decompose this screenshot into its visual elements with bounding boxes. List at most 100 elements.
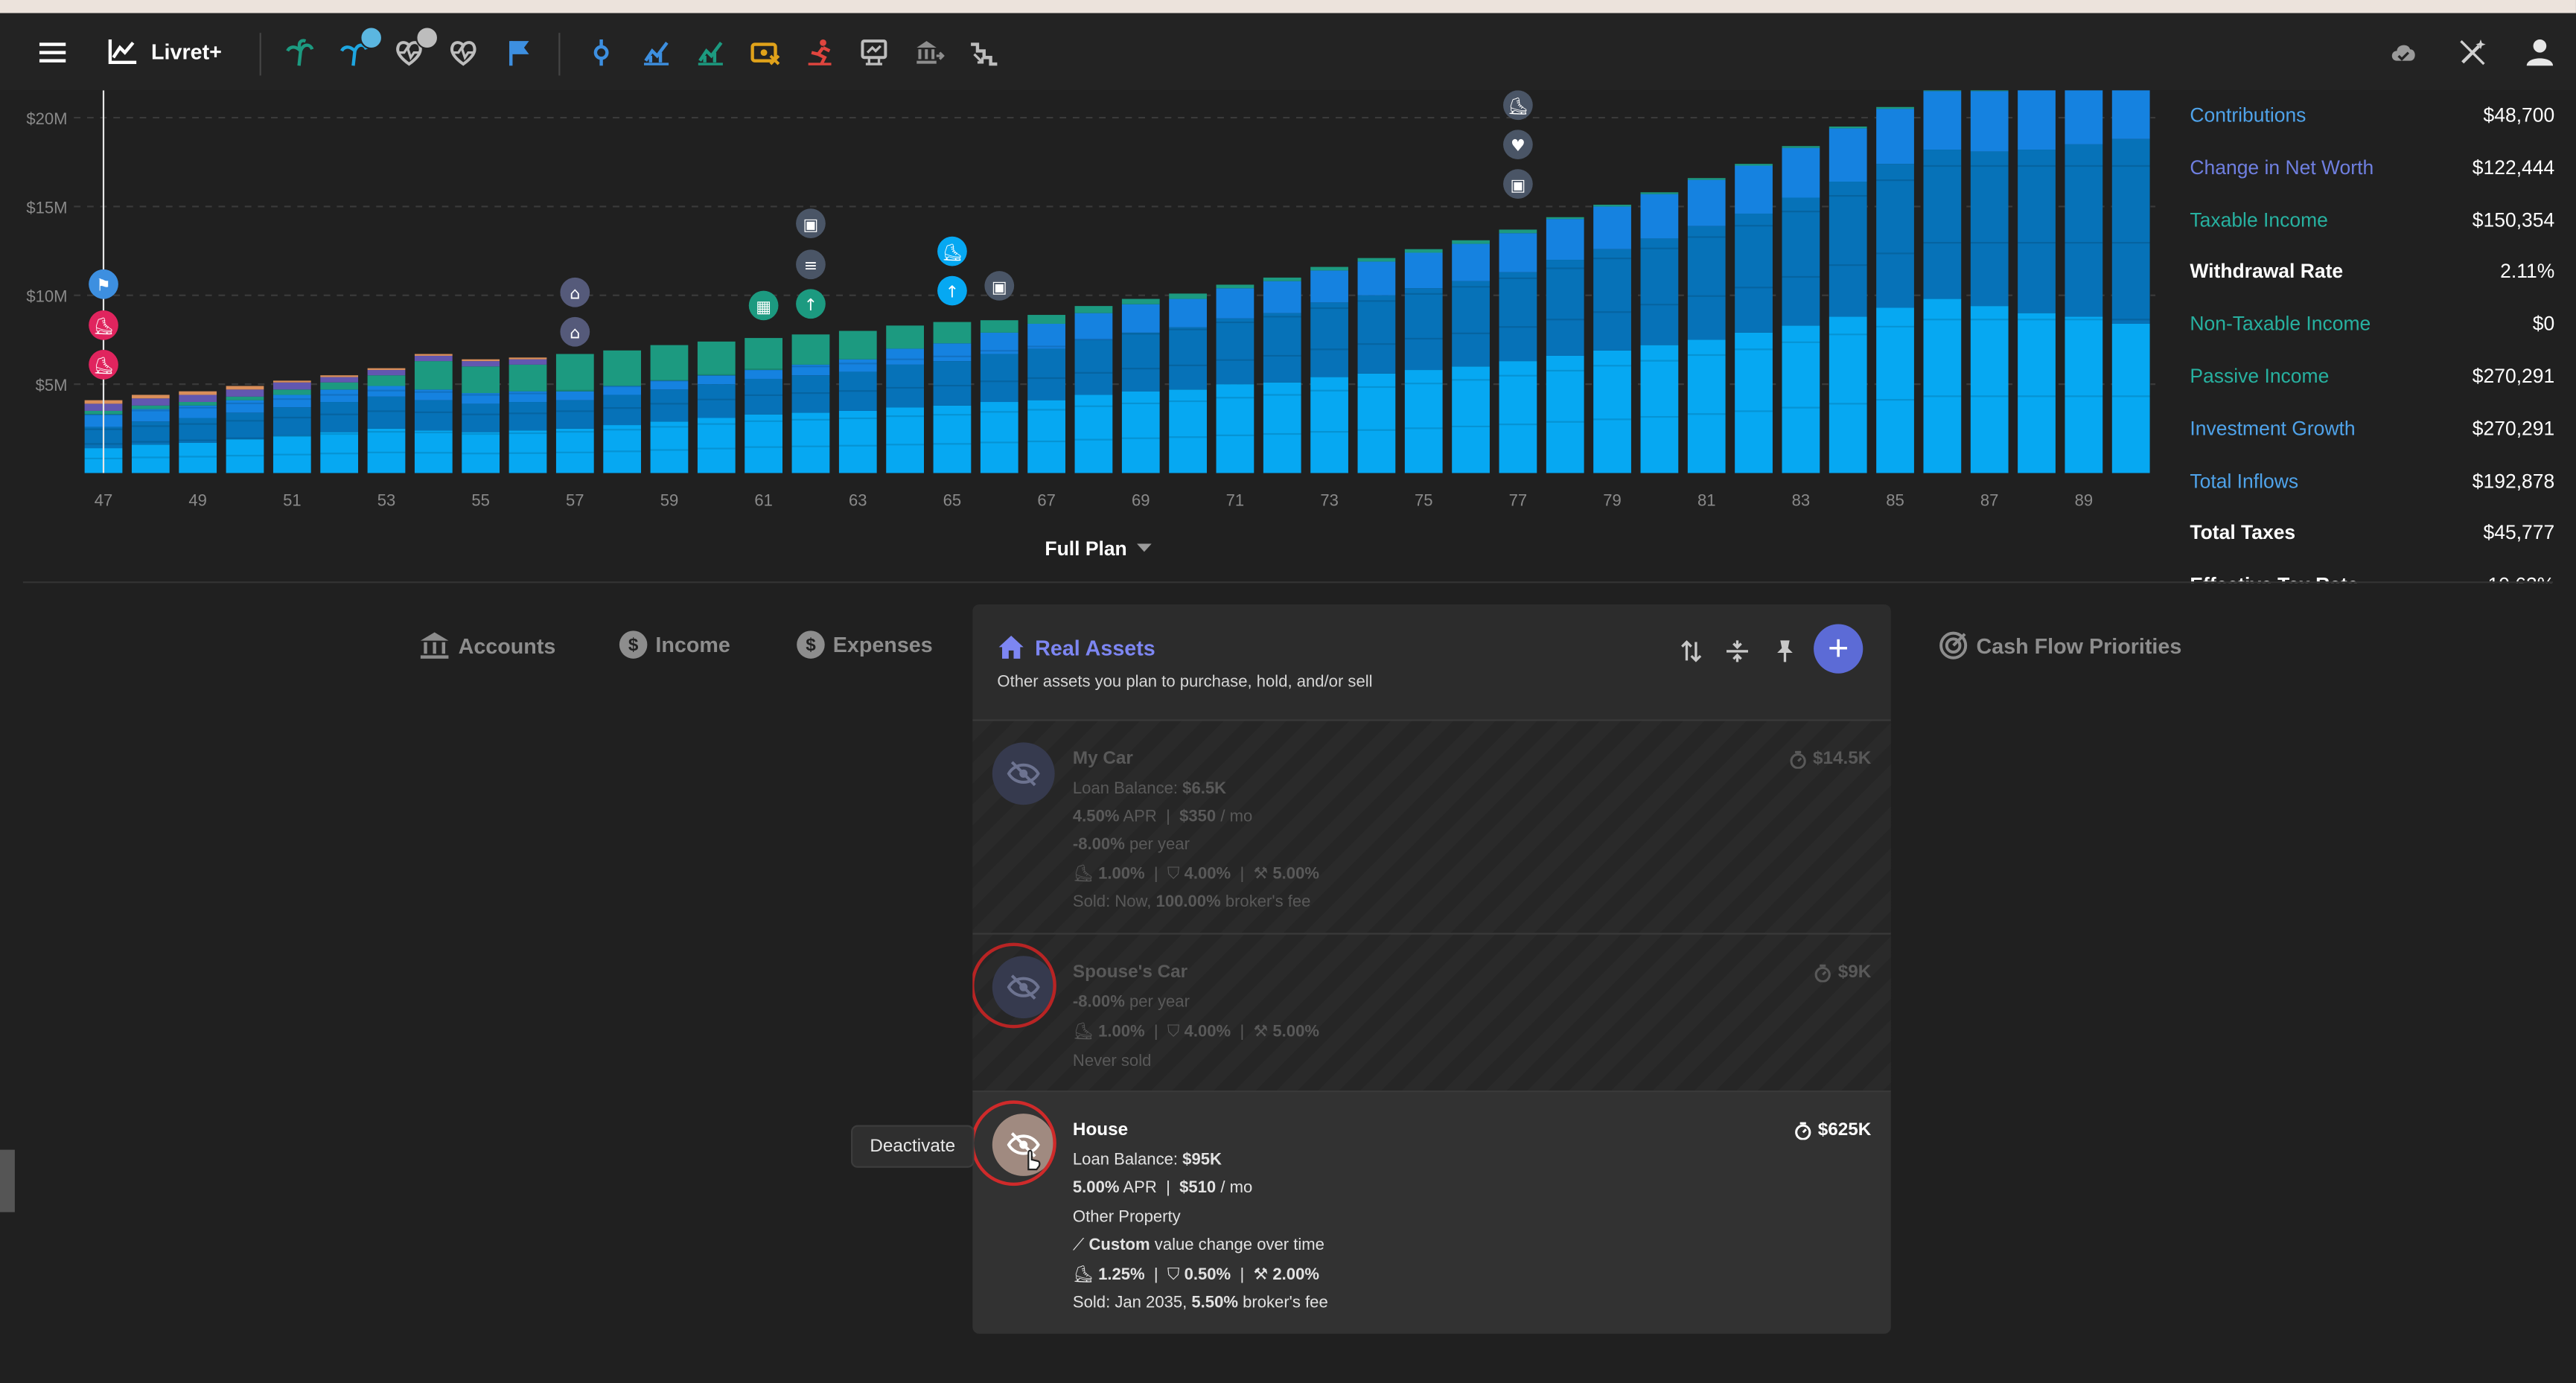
bar-stack[interactable] [1074, 306, 1113, 473]
bar-stack[interactable] [1499, 229, 1537, 473]
collapse-icon[interactable] [1722, 636, 1752, 665]
bar-stack[interactable] [1357, 258, 1396, 473]
bar-stack[interactable] [2065, 89, 2103, 473]
bar-stack[interactable] [2018, 89, 2056, 473]
bar-stack[interactable] [1452, 240, 1490, 473]
menu-icon[interactable] [36, 36, 69, 69]
palm-tree-icon[interactable] [283, 36, 316, 69]
event-marker[interactable]: ⛸ [89, 350, 118, 380]
event-marker[interactable]: ⚑ [89, 269, 118, 299]
cloud-check-icon[interactable] [2387, 36, 2420, 69]
heart-rate-icon[interactable] [447, 36, 479, 69]
bar-stack[interactable] [1735, 164, 1773, 473]
bar-stack[interactable] [1546, 217, 1584, 473]
plan-selector[interactable]: Full Plan [1045, 537, 1152, 560]
event-marker[interactable]: ↑ [937, 275, 967, 306]
event-marker[interactable]: ♥ [1503, 130, 1533, 160]
metric-row[interactable]: Passive Income $270,291 [2190, 360, 2554, 392]
bar-stack[interactable] [320, 375, 359, 473]
event-marker[interactable]: ⌂ [560, 316, 590, 347]
bar-stack[interactable] [179, 391, 217, 473]
left-edge-handle[interactable] [0, 1149, 15, 1213]
bar-stack[interactable] [131, 395, 170, 473]
bar-stack[interactable] [603, 350, 642, 473]
event-marker[interactable]: ▣ [796, 208, 826, 238]
bar-stack[interactable] [745, 338, 783, 473]
bar-stack[interactable] [367, 368, 406, 473]
growth-chart-icon[interactable] [639, 36, 672, 69]
bar-stack[interactable] [1216, 284, 1254, 473]
bar-stack[interactable] [272, 380, 311, 473]
tab-real-assets[interactable]: Real Assets [997, 634, 1155, 660]
bar-stack[interactable] [1169, 293, 1207, 473]
bar-stack[interactable] [508, 357, 547, 473]
metric-row[interactable]: Total Taxes $45,777 [2190, 517, 2554, 549]
bar-stack[interactable] [933, 322, 972, 473]
bar-stack[interactable] [791, 334, 830, 473]
app-brand[interactable]: Livret+ [108, 38, 222, 65]
flag-icon[interactable] [503, 36, 535, 69]
commit-icon[interactable] [585, 36, 618, 69]
event-marker[interactable]: ⛸ [1503, 90, 1533, 121]
bar-stack[interactable] [697, 341, 736, 473]
metric-row[interactable]: Non-Taxable Income $0 [2190, 307, 2554, 340]
event-marker[interactable]: ↑ [796, 289, 826, 319]
account-icon[interactable] [2523, 36, 2556, 69]
bar-stack[interactable] [414, 354, 453, 473]
tab-expenses[interactable]: $ Expenses [797, 630, 933, 659]
bar-stack[interactable] [650, 345, 689, 473]
metric-row[interactable]: Withdrawal Rate 2.11% [2190, 255, 2554, 288]
tab-accounts[interactable]: Accounts [419, 630, 555, 660]
currency-cancel-icon[interactable] [749, 36, 782, 69]
bar-stack[interactable] [1687, 178, 1726, 473]
metric-row[interactable]: Investment Growth $270,291 [2190, 412, 2554, 444]
bar-stack[interactable] [1829, 127, 1867, 473]
bar-stack[interactable] [226, 386, 264, 473]
event-marker[interactable]: ▣ [984, 271, 1015, 301]
skater-icon[interactable] [803, 36, 836, 69]
sort-icon[interactable] [1676, 636, 1706, 665]
bar-stack[interactable] [1876, 106, 1914, 473]
event-marker[interactable]: ▣ [1503, 169, 1533, 199]
bar-stack[interactable] [1310, 266, 1348, 473]
pin-icon[interactable] [1770, 636, 1799, 665]
asset-card-spouses-car[interactable]: Spouse's Car $9K -8.00% per year ⛸ 1.00%… [972, 934, 1891, 1091]
asset-card-house[interactable]: House $625K Loan Balance: $95K 5.00% APR… [972, 1092, 1891, 1334]
event-marker[interactable]: ▦ [748, 290, 779, 321]
palm-tree-plus-icon[interactable] [337, 26, 383, 69]
heart-rate-plus-icon[interactable] [392, 26, 439, 69]
bar-stack[interactable] [838, 330, 877, 473]
bar-stack[interactable] [1970, 89, 2009, 473]
bar-stack[interactable] [1404, 249, 1443, 473]
tab-income[interactable]: $ Income [619, 630, 730, 659]
bar-stack[interactable] [462, 359, 500, 473]
bar-stack[interactable] [980, 320, 1018, 473]
add-asset-button[interactable]: + [1814, 624, 1864, 674]
event-marker[interactable]: ≡ [796, 249, 826, 280]
bar-stack[interactable] [2111, 89, 2150, 473]
magic-wand-off-icon[interactable] [2456, 36, 2489, 69]
event-marker[interactable]: ⛸ [89, 310, 118, 340]
stairs-down-icon[interactable] [968, 36, 1001, 69]
bar-stack[interactable] [886, 325, 924, 473]
metric-row[interactable]: Taxable Income $150,354 [2190, 203, 2554, 236]
bar-stack[interactable] [1640, 192, 1679, 473]
metric-row[interactable]: Total Inflows $192,878 [2190, 464, 2554, 497]
bar-stack[interactable] [1121, 298, 1160, 473]
metric-row[interactable]: Change in Net Worth $122,444 [2190, 151, 2554, 184]
bank-arrow-icon[interactable] [914, 36, 946, 69]
bar-stack[interactable] [555, 354, 594, 473]
bar-stack[interactable] [1782, 146, 1820, 473]
bar-stack[interactable] [1027, 315, 1065, 473]
bar-stack[interactable] [1923, 89, 1962, 473]
metric-row[interactable]: Contributions $48,700 [2190, 98, 2554, 131]
asset-card-my-car[interactable]: My Car $14.5K Loan Balance: $6.5K 4.50% … [972, 721, 1891, 933]
scenario-icon[interactable] [858, 36, 890, 69]
bar-stack[interactable] [1593, 205, 1631, 473]
growth-chart-alt-icon[interactable] [693, 36, 726, 69]
tab-cash-flow-priorities[interactable]: Cash Flow Priorities [1939, 630, 2181, 660]
event-marker[interactable]: ⛸ [937, 236, 967, 266]
activate-toggle[interactable] [992, 742, 1055, 805]
event-marker[interactable]: ⌂ [560, 277, 590, 307]
bar-stack[interactable] [1263, 277, 1301, 473]
